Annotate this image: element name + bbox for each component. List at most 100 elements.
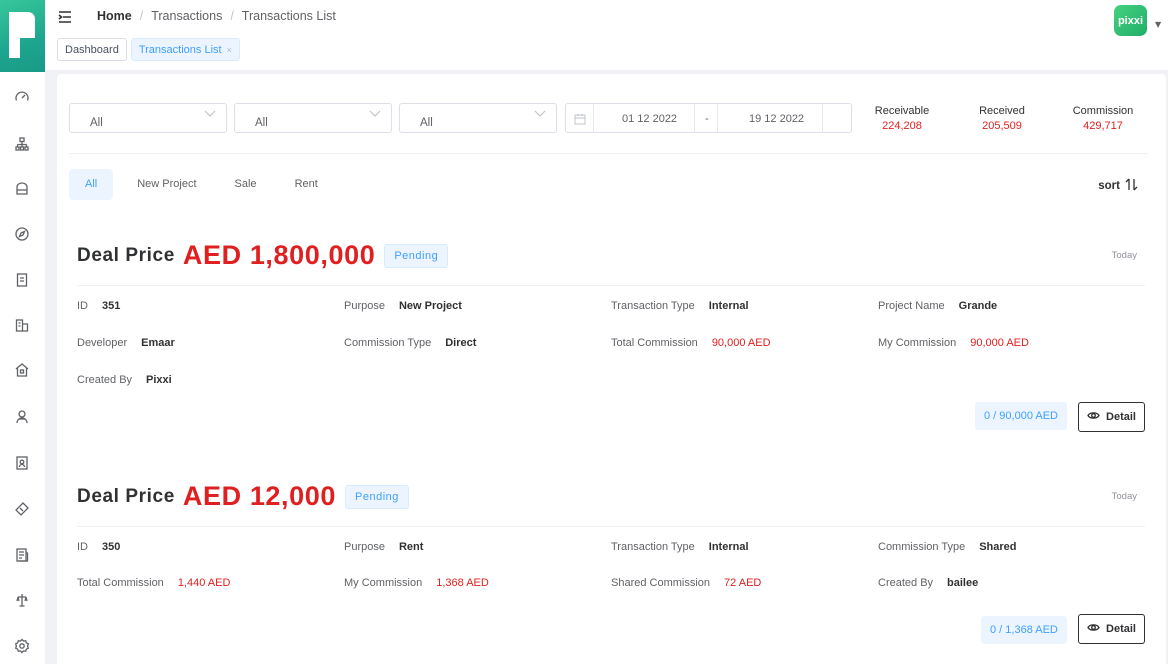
detail-button[interactable]: Detail: [1078, 402, 1145, 432]
select-value: All: [255, 117, 268, 129]
field-value: 90,000 AED: [970, 337, 1029, 349]
tags-view: Dashboard Transactions List ×: [57, 38, 240, 61]
field-id: ID 350: [77, 541, 120, 553]
stat-value: 429,717: [1083, 120, 1123, 132]
stat-commission: Commission 429,717: [1071, 105, 1135, 132]
deal-date: Today: [1111, 491, 1137, 502]
sort-button[interactable]: sort: [1098, 178, 1138, 194]
dashboard-icon[interactable]: [12, 87, 32, 107]
breadcrumb-home[interactable]: Home: [97, 9, 132, 23]
stat-value: 224,208: [882, 120, 922, 132]
date-separator: -: [705, 113, 709, 125]
status-badge: Pending: [345, 484, 409, 509]
select-value: All: [90, 117, 103, 129]
field-key: ID: [77, 541, 88, 553]
stat-label: Receivable: [874, 105, 930, 117]
date-end-input[interactable]: 19 12 2022: [749, 113, 804, 125]
field-value: Pixxi: [146, 374, 172, 386]
field-project-name: Project Name Grande: [878, 300, 997, 312]
field-value: New Project: [398, 300, 462, 312]
field-purpose: Purpose Rent: [344, 541, 423, 553]
chevron-down-icon: [534, 108, 546, 118]
field-total-commission: Total Commission 1,440 AED: [77, 577, 230, 589]
field-value: Rent: [398, 541, 424, 553]
tab-sale[interactable]: Sale: [219, 169, 273, 200]
tag-dashboard[interactable]: Dashboard: [57, 38, 127, 61]
report-icon[interactable]: [12, 545, 32, 565]
sort-icon: [1125, 178, 1138, 194]
field-created-by: Created By Pixxi: [77, 374, 172, 386]
deal-card: Deal Price AED 1,800,000 Pending Today I…: [77, 240, 1145, 432]
deal-header: Deal Price AED 12,000 Pending: [77, 481, 1145, 512]
field-value: 1,368 AED: [436, 577, 489, 589]
caret-down-icon[interactable]: ▼: [1155, 20, 1161, 29]
ticket-icon[interactable]: [12, 499, 32, 519]
payment-progress: 0 / 90,000 AED: [975, 402, 1067, 430]
payment-progress: 0 / 1,368 AED: [981, 616, 1067, 644]
tab-new-project[interactable]: New Project: [121, 169, 212, 200]
date-start-input[interactable]: 01 12 2022: [622, 113, 677, 125]
category-tabs: All New Project Sale Rent: [69, 169, 334, 200]
tab-rent[interactable]: Rent: [279, 169, 334, 200]
breadcrumb: Home / Transactions / Transactions List: [97, 9, 336, 23]
tag-transactions-list[interactable]: Transactions List ×: [130, 38, 240, 61]
field-key: Commission Type: [344, 337, 432, 349]
field-transaction-type: Transaction Type Internal: [611, 300, 749, 312]
deal-amount: AED 1,800,000: [182, 240, 376, 270]
document-icon[interactable]: [12, 270, 32, 290]
field-value: 72 AED: [724, 577, 762, 589]
sidebar: [0, 0, 45, 664]
filter-select-2[interactable]: All: [234, 103, 392, 133]
main-content: All All All 01 12 2022 - 19 12 2022 Rece…: [57, 74, 1166, 664]
tab-all[interactable]: All: [69, 169, 114, 200]
stat-label: Received: [979, 105, 1025, 117]
field-key: My Commission: [878, 337, 957, 349]
breadcrumb-transactions[interactable]: Transactions: [151, 9, 222, 23]
field-created-by: Created By bailee: [878, 577, 978, 589]
date-range-picker[interactable]: 01 12 2022 - 19 12 2022: [565, 103, 852, 133]
menu-toggle-icon[interactable]: [58, 9, 72, 23]
avatar[interactable]: pixxi: [1114, 5, 1147, 36]
field-developer: Developer Emaar: [77, 337, 175, 349]
users-icon[interactable]: [12, 407, 32, 427]
field-key: Transaction Type: [611, 541, 695, 553]
filter-select-3[interactable]: All: [399, 103, 557, 133]
field-key: My Commission: [344, 577, 423, 589]
store-icon[interactable]: [12, 179, 32, 199]
stat-label: Commission: [1072, 105, 1134, 117]
field-key: Total Commission: [611, 337, 698, 349]
field-value: Emaar: [141, 337, 175, 349]
field-commission-type: Commission Type Shared: [878, 541, 1017, 553]
field-value: 350: [102, 541, 121, 553]
settings-icon[interactable]: [12, 636, 32, 656]
detail-button[interactable]: Detail: [1078, 614, 1145, 644]
organization-icon[interactable]: [12, 134, 32, 154]
deal-card: Deal Price AED 12,000 Pending Today ID 35…: [77, 481, 1145, 644]
field-key: ID: [77, 300, 88, 312]
deal-amount: AED 12,000: [182, 481, 336, 511]
sort-label: sort: [1098, 180, 1120, 192]
chevron-down-icon: [204, 108, 216, 118]
divider: [77, 285, 1145, 286]
field-key: Created By: [878, 577, 934, 589]
field-key: Purpose: [344, 300, 385, 312]
field-key: Transaction Type: [611, 300, 695, 312]
contact-card-icon[interactable]: [12, 453, 32, 473]
building-icon[interactable]: [12, 315, 32, 335]
calendar-icon: [574, 113, 586, 125]
detail-label: Detail: [1106, 411, 1136, 423]
filter-select-1[interactable]: All: [69, 103, 227, 133]
field-value: 1,440 AED: [177, 577, 231, 589]
home-icon[interactable]: [12, 360, 32, 380]
status-badge: Pending: [384, 243, 449, 268]
app-logo[interactable]: [0, 0, 45, 72]
field-transaction-type: Transaction Type Internal: [611, 541, 749, 553]
deal-date: Today: [1111, 250, 1137, 261]
eye-icon: [1087, 409, 1100, 425]
compass-icon[interactable]: [12, 224, 32, 244]
field-key: Commission Type: [878, 541, 966, 553]
field-commission-type: Commission Type Direct: [344, 337, 476, 349]
balance-icon[interactable]: [12, 590, 32, 610]
close-icon[interactable]: ×: [227, 45, 232, 55]
deal-price-label: Deal Price: [77, 485, 175, 507]
